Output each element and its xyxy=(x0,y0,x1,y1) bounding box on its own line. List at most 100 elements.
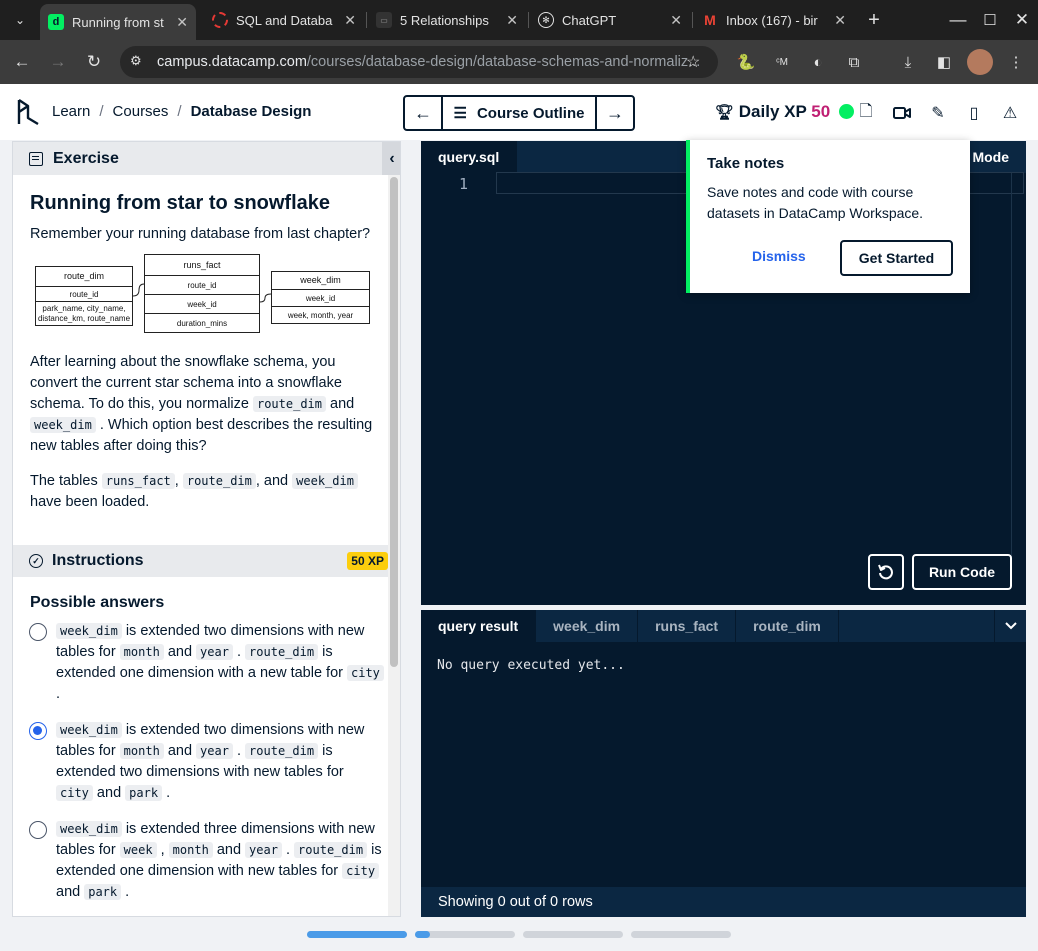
menu-kebab-icon[interactable]: ⋮ xyxy=(1005,51,1027,73)
tab-route-dim[interactable]: route_dim xyxy=(736,610,839,642)
breadcrumb-learn[interactable]: Learn xyxy=(52,103,90,120)
datacamp-icon: d xyxy=(48,14,64,30)
tab-title: Running from st xyxy=(72,14,164,30)
window-close-icon[interactable]: ✕ xyxy=(1010,8,1034,32)
output-panel: query result week_dim runs_fact route_di… xyxy=(421,610,1026,917)
panel-scrollbar[interactable] xyxy=(388,175,400,916)
close-icon[interactable]: ✕ xyxy=(834,12,846,29)
star-schema-diagram: route_dim route_id park_name, city_name,… xyxy=(29,254,374,334)
video-icon[interactable] xyxy=(891,102,913,124)
check-circle-icon: ✓ xyxy=(29,554,43,568)
url-path: /courses/database-design/database-schema… xyxy=(306,54,701,70)
side-panel-icon[interactable]: ◧ xyxy=(933,51,955,73)
relationship-lines xyxy=(132,283,272,303)
warning-icon[interactable]: ⚠︎ xyxy=(999,102,1021,124)
tab-query-result[interactable]: query result xyxy=(421,610,537,642)
answer-option-2[interactable]: week_dim is extended two dimensions with… xyxy=(29,720,384,804)
exercise-paragraph-2: The tables runs_fact, route_dim, and wee… xyxy=(30,471,380,513)
reset-icon xyxy=(878,564,893,580)
extension-icon[interactable]: ᶜM xyxy=(771,51,793,73)
take-notes-popup: Take notes Save notes and code with cour… xyxy=(686,140,970,293)
dismiss-button[interactable]: Dismiss xyxy=(752,248,806,264)
xp-badge: 50 XP xyxy=(347,552,388,570)
radio-button[interactable] xyxy=(29,821,47,839)
bookmark-star-icon[interactable]: ☆ xyxy=(686,52,700,72)
browser-tab-3[interactable]: ✻ ChatGPT ✕ xyxy=(530,6,690,34)
close-icon[interactable]: ✕ xyxy=(344,12,356,29)
python-extension-icon[interactable]: 🐍 xyxy=(735,51,757,73)
status-dot-icon xyxy=(838,104,854,119)
popup-body: Save notes and code with course datasets… xyxy=(707,184,924,221)
tab-title: SQL and Databa xyxy=(236,12,333,28)
answer-text: week_dim is extended two dimensions with… xyxy=(56,621,384,705)
exercise-intro: Remember your running database from last… xyxy=(30,226,371,242)
avatar[interactable] xyxy=(967,49,993,75)
browser-tab-2[interactable]: ▭ 5 Relationships ✕ xyxy=(368,6,526,34)
tab-title: ChatGPT xyxy=(562,12,617,28)
collapse-panel-button[interactable]: ‹ xyxy=(382,142,400,175)
tab-runs-fact[interactable]: runs_fact xyxy=(638,610,737,642)
answer-option-1[interactable]: week_dim is extended two dimensions with… xyxy=(29,621,384,705)
daily-xp: 🏆︎ Daily XP 50 xyxy=(715,102,854,122)
line-number: 1 xyxy=(459,175,469,193)
browser-tab-1[interactable]: SQL and Databa ✕ xyxy=(204,6,364,34)
row-count-footer: Showing 0 out of 0 rows xyxy=(421,887,1026,917)
get-started-button[interactable]: Get Started xyxy=(840,240,953,276)
minimize-icon[interactable]: — xyxy=(946,8,970,32)
tab-query-sql[interactable]: query.sql xyxy=(421,141,517,173)
scrollbar-thumb[interactable] xyxy=(390,177,398,667)
new-tab-icon[interactable]: + xyxy=(862,8,886,32)
datacamp-logo-icon[interactable] xyxy=(16,98,40,126)
reset-button[interactable] xyxy=(868,554,904,590)
answer-option-3[interactable]: week_dim is extended three dimensions wi… xyxy=(29,819,384,903)
course-outline-button[interactable]: ☰ Course Outline xyxy=(441,97,597,129)
address-bar[interactable]: ⚙ campus.datacamp.com/courses/database-d… xyxy=(120,46,718,78)
color-extension-icon[interactable]: ◐ xyxy=(807,51,829,73)
close-icon[interactable]: ✕ xyxy=(506,12,518,29)
chatgpt-icon: ✻ xyxy=(538,12,554,28)
browser-tab-4[interactable]: M Inbox (167) - bir ✕ xyxy=(694,6,854,34)
daily-xp-value: 50 xyxy=(811,102,831,121)
course-outline-control: ← ☰ Course Outline → xyxy=(403,95,635,131)
forward-arrow-icon[interactable]: → xyxy=(46,50,70,74)
mobile-icon[interactable]: ▯ xyxy=(963,102,985,124)
next-exercise-button[interactable]: → xyxy=(597,97,633,129)
extensions-puzzle-icon[interactable]: ⧉ xyxy=(843,51,865,73)
progress-segment-1 xyxy=(307,931,407,938)
exercise-header: Exercise ‹ xyxy=(13,142,400,175)
exercise-title: Running from star to snowflake xyxy=(30,192,331,214)
radio-button[interactable] xyxy=(29,623,47,641)
daily-xp-label: Daily XP xyxy=(738,102,807,121)
download-icon[interactable]: ⤓ xyxy=(897,51,919,73)
exercise-panel: Exercise ‹ Running from star to snowflak… xyxy=(12,141,401,917)
breadcrumb-course[interactable]: Database Design xyxy=(191,103,312,120)
answer-text: week_dim is extended two dimensions with… xyxy=(56,722,365,801)
course-outline-label: Course Outline xyxy=(476,104,585,122)
output-tabs: query result week_dim runs_fact route_di… xyxy=(421,610,1026,642)
breadcrumb: Learn / Courses / Database Design xyxy=(52,103,312,120)
site-icon: ▭ xyxy=(376,12,392,28)
close-icon[interactable]: ✕ xyxy=(670,12,682,29)
run-code-button[interactable]: Run Code xyxy=(912,554,1012,590)
instructions-label: Instructions xyxy=(52,552,144,569)
close-icon[interactable]: ✕ xyxy=(176,14,188,31)
progress-segment-3 xyxy=(523,931,623,938)
breadcrumb-courses[interactable]: Courses xyxy=(113,103,169,120)
chevron-down-icon[interactable] xyxy=(994,610,1026,642)
reload-icon[interactable]: ↻ xyxy=(82,50,106,74)
app-header: Learn / Courses / Database Design ← ☰ Course … xyxy=(0,84,1038,140)
back-arrow-icon[interactable]: ← xyxy=(10,50,34,74)
mode-toggle[interactable]: Mode xyxy=(972,149,1009,165)
browser-tab-0[interactable]: d Running from st ✕ xyxy=(40,4,196,40)
notes-icon[interactable]: 🗋︎ xyxy=(855,102,877,124)
tab-week-dim[interactable]: week_dim xyxy=(536,610,639,642)
maximize-icon[interactable]: ☐ xyxy=(978,8,1002,32)
radio-button-selected[interactable] xyxy=(29,722,47,740)
pencil-icon[interactable]: ✎ xyxy=(927,102,949,124)
site-info-icon[interactable]: ⚙ xyxy=(130,53,142,69)
browser-tab-strip: ⌄ d Running from st ✕ SQL and Databa ✕ ▭… xyxy=(0,0,1038,40)
answer-text: week_dim is extended three dimensions wi… xyxy=(56,821,382,900)
tab-search-chevron-icon[interactable]: ⌄ xyxy=(8,8,32,32)
prev-exercise-button[interactable]: ← xyxy=(405,97,441,129)
instructions-header: ✓ Instructions 50 XP xyxy=(13,545,400,577)
